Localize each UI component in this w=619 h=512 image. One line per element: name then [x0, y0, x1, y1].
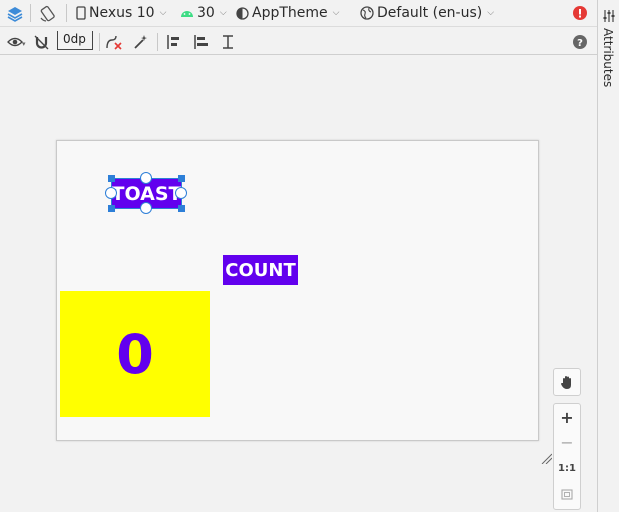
count-display[interactable]: 0	[60, 291, 210, 417]
constraint-anchor-top[interactable]	[140, 172, 152, 184]
fit-screen-icon	[561, 488, 573, 500]
count-button[interactable]: COUNT	[223, 255, 298, 285]
chevron-down-icon: ⌵	[219, 8, 227, 18]
chevron-down-icon: ⌵	[332, 8, 340, 18]
device-label: Nexus 10	[89, 5, 155, 21]
device-dropdown[interactable]: Nexus 10 ⌵	[76, 3, 166, 23]
constraint-toolbar: ▾ 0dp ?	[0, 28, 597, 55]
globe-icon	[360, 6, 374, 20]
constraint-anchor-bottom[interactable]	[140, 202, 152, 214]
margin-value: 0dp	[63, 32, 86, 46]
layers-icon[interactable]	[6, 5, 24, 23]
default-margin-field[interactable]: 0dp	[57, 31, 93, 50]
svg-text:?: ?	[577, 38, 583, 49]
theme-dropdown[interactable]: AppTheme ⌵	[236, 3, 339, 23]
help-icon[interactable]: ?	[572, 34, 588, 50]
magic-wand-icon[interactable]	[131, 33, 151, 51]
design-toolbar: Nexus 10 ⌵ 30 ⌵ AppTheme ⌵ Default (en-u…	[0, 0, 597, 27]
api-level-dropdown[interactable]: 30 ⌵	[180, 3, 227, 23]
device-resize-grip[interactable]	[540, 449, 553, 468]
theme-label: AppTheme	[252, 5, 328, 21]
resize-handle[interactable]	[178, 205, 185, 212]
pan-button[interactable]	[553, 368, 581, 396]
zoom-actual-size-button[interactable]: 1:1	[554, 458, 580, 478]
attributes-panel-tab[interactable]: Attributes	[597, 0, 619, 512]
phone-icon	[76, 6, 86, 20]
magnet-icon[interactable]	[32, 33, 50, 51]
constraint-anchor-right[interactable]	[175, 187, 187, 199]
resize-handle[interactable]	[108, 205, 115, 212]
resize-handle[interactable]	[178, 175, 185, 182]
guidelines-icon[interactable]	[218, 33, 238, 51]
attributes-label: Attributes	[601, 28, 615, 88]
api-level-label: 30	[197, 5, 215, 21]
zoom-to-fit-button[interactable]	[554, 484, 580, 504]
error-icon[interactable]	[572, 5, 588, 21]
attributes-icon	[602, 8, 616, 27]
zoom-controls: + − 1:1	[553, 403, 581, 510]
zoom-in-button[interactable]: +	[554, 407, 580, 427]
chevron-down-icon: ⌵	[159, 8, 167, 18]
constraint-anchor-left[interactable]	[105, 187, 117, 199]
device-frame[interactable]: TOAST COUNT 0	[56, 140, 539, 441]
android-icon	[180, 8, 194, 18]
chevron-down-icon: ▾	[22, 40, 26, 48]
align-icon[interactable]	[191, 33, 211, 51]
resize-handle[interactable]	[108, 175, 115, 182]
locale-label: Default (en-us)	[377, 5, 483, 21]
clear-constraints-icon[interactable]	[104, 33, 124, 51]
pack-icon[interactable]	[164, 33, 184, 51]
hand-icon	[560, 375, 574, 390]
zoom-out-button[interactable]: −	[554, 432, 580, 452]
chevron-down-icon: ⌵	[487, 8, 495, 18]
locale-dropdown[interactable]: Default (en-us) ⌵	[360, 3, 494, 23]
orientation-icon[interactable]	[38, 4, 58, 24]
theme-icon	[236, 6, 249, 20]
